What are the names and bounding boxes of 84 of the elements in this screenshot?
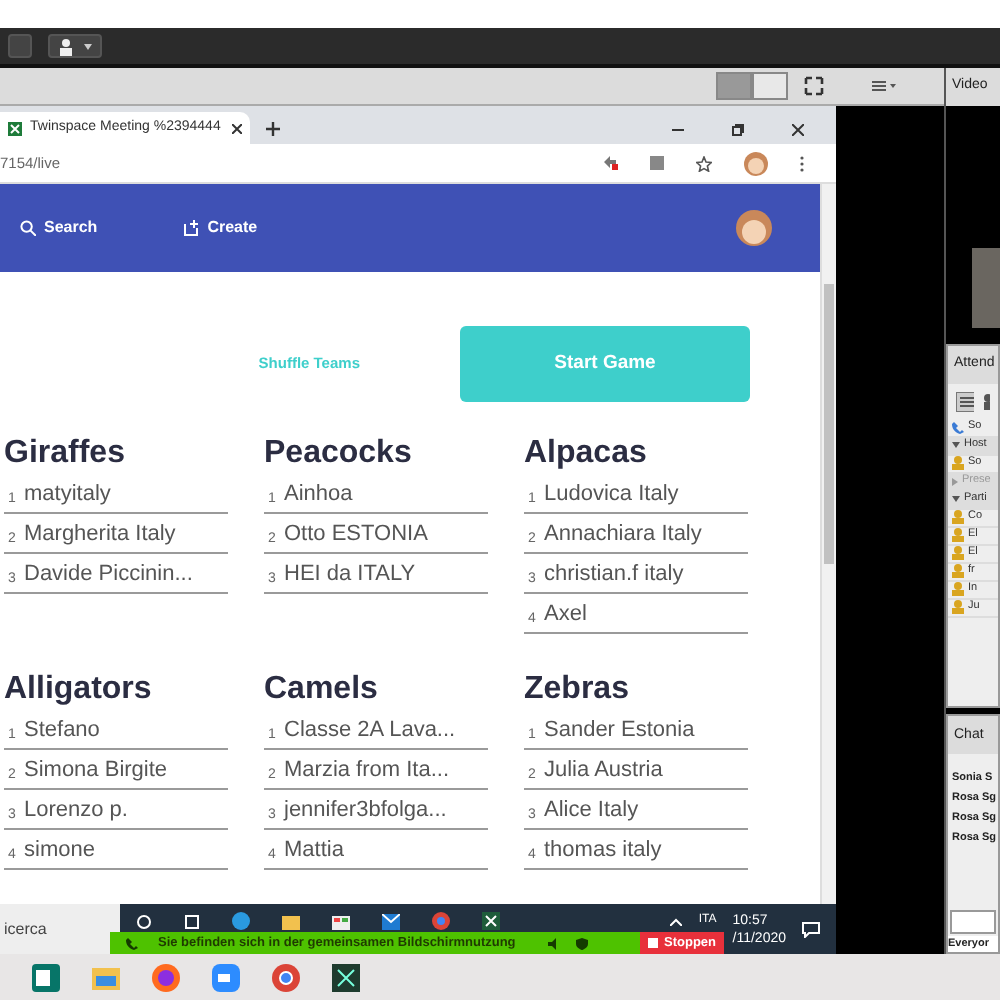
team-name: Giraffes	[4, 434, 127, 474]
person-icon	[952, 510, 964, 525]
expanded-icon[interactable]	[952, 442, 960, 449]
person-icon	[952, 564, 964, 579]
person-icon	[952, 528, 964, 543]
list-view-icon[interactable]	[956, 391, 974, 412]
task-view-icon[interactable]	[184, 913, 200, 929]
extension-icon[interactable]	[604, 156, 618, 170]
person-icon[interactable]	[981, 391, 990, 412]
edge-icon[interactable]	[232, 912, 250, 930]
publisher-icon[interactable]	[32, 963, 60, 991]
avatar-icon[interactable]	[736, 210, 772, 246]
member-name: Stefano	[24, 715, 100, 745]
person-icon	[58, 37, 76, 55]
person-icon	[952, 600, 964, 615]
member-name: christian.f italy	[544, 559, 684, 589]
member-name: jennifer3bfolga...	[284, 795, 447, 825]
member-name: Margherita Italy	[24, 519, 176, 549]
chevron-icon[interactable]	[670, 917, 683, 925]
team-name: Alpacas	[524, 434, 649, 474]
member-name: Classe 2A Lava...	[284, 715, 456, 745]
restore-icon[interactable]	[732, 124, 744, 136]
close-icon[interactable]	[232, 123, 242, 133]
notification-icon[interactable]	[802, 921, 820, 937]
caret-icon	[84, 43, 92, 49]
chrome-icon[interactable]	[272, 963, 300, 991]
person-icon	[952, 456, 964, 471]
chat-input[interactable]	[950, 909, 996, 934]
person-icon	[952, 546, 964, 561]
member-name: Ludovica Italy	[544, 479, 679, 509]
stop-icon	[648, 938, 658, 948]
member-name: Sander Estonia	[544, 715, 695, 745]
close-icon[interactable]	[792, 124, 804, 136]
avatar-icon[interactable]	[744, 151, 768, 175]
expanded-icon[interactable]	[952, 496, 960, 503]
scrollbar-thumb[interactable]	[824, 284, 834, 564]
member-name: Marzia from Ita...	[284, 755, 450, 785]
search-field[interactable]: icerca	[0, 904, 120, 954]
photo-placeholder	[972, 247, 1000, 328]
member-name: Alice Italy	[544, 795, 639, 825]
team-name: Camels	[264, 670, 380, 710]
member-name: Axel	[544, 599, 587, 629]
search-icon[interactable]	[136, 913, 152, 929]
minimize-icon[interactable]	[672, 124, 684, 136]
member-name: Julia Austria	[544, 755, 663, 785]
member-name: Simona Birgite	[24, 755, 168, 785]
search-link[interactable]: Search	[20, 216, 98, 240]
layout-button[interactable]	[752, 72, 788, 100]
phone-icon	[126, 937, 138, 949]
member-name: HEI da ITALY	[284, 559, 416, 589]
chrome-icon[interactable]	[432, 912, 450, 930]
member-name: matyitaly	[24, 479, 111, 509]
site-icon	[8, 121, 22, 135]
member-name: Mattia	[284, 835, 344, 865]
new-tab-icon[interactable]	[266, 122, 280, 136]
fullscreen-icon[interactable]	[804, 76, 824, 96]
folder-icon[interactable]	[282, 913, 300, 929]
phone-icon	[952, 421, 964, 434]
member-name: simone	[24, 835, 95, 865]
zoom-icon[interactable]	[212, 963, 240, 991]
star-icon[interactable]	[696, 155, 712, 171]
create-link[interactable]: Create	[183, 216, 258, 240]
raise-hand-button[interactable]	[48, 34, 102, 58]
member-name: Otto ESTONIA	[284, 519, 428, 549]
add-page-icon	[183, 220, 200, 236]
member-name: Lorenzo p.	[24, 795, 128, 825]
firefox-icon[interactable]	[152, 963, 180, 991]
member-name: Annachiara Italy	[544, 519, 702, 549]
team-name: Peacocks	[264, 434, 414, 474]
shield-icon[interactable]	[575, 937, 588, 949]
scrollbar[interactable]	[820, 184, 836, 904]
app-icon[interactable]	[332, 963, 360, 991]
member-name: Ainhoa	[284, 479, 353, 509]
app-icon[interactable]	[482, 912, 500, 930]
member-name: Davide Piccinin...	[24, 559, 193, 589]
search-icon	[20, 220, 36, 236]
person-icon	[952, 582, 964, 597]
mail-icon[interactable]	[382, 913, 400, 929]
store-icon[interactable]	[332, 912, 350, 930]
menu-icon[interactable]	[872, 80, 896, 92]
team-name: Alligators	[4, 670, 154, 710]
speaker-icon[interactable]	[547, 937, 560, 949]
member-name: thomas italy	[544, 835, 662, 865]
team-name: Zebras	[524, 670, 631, 710]
